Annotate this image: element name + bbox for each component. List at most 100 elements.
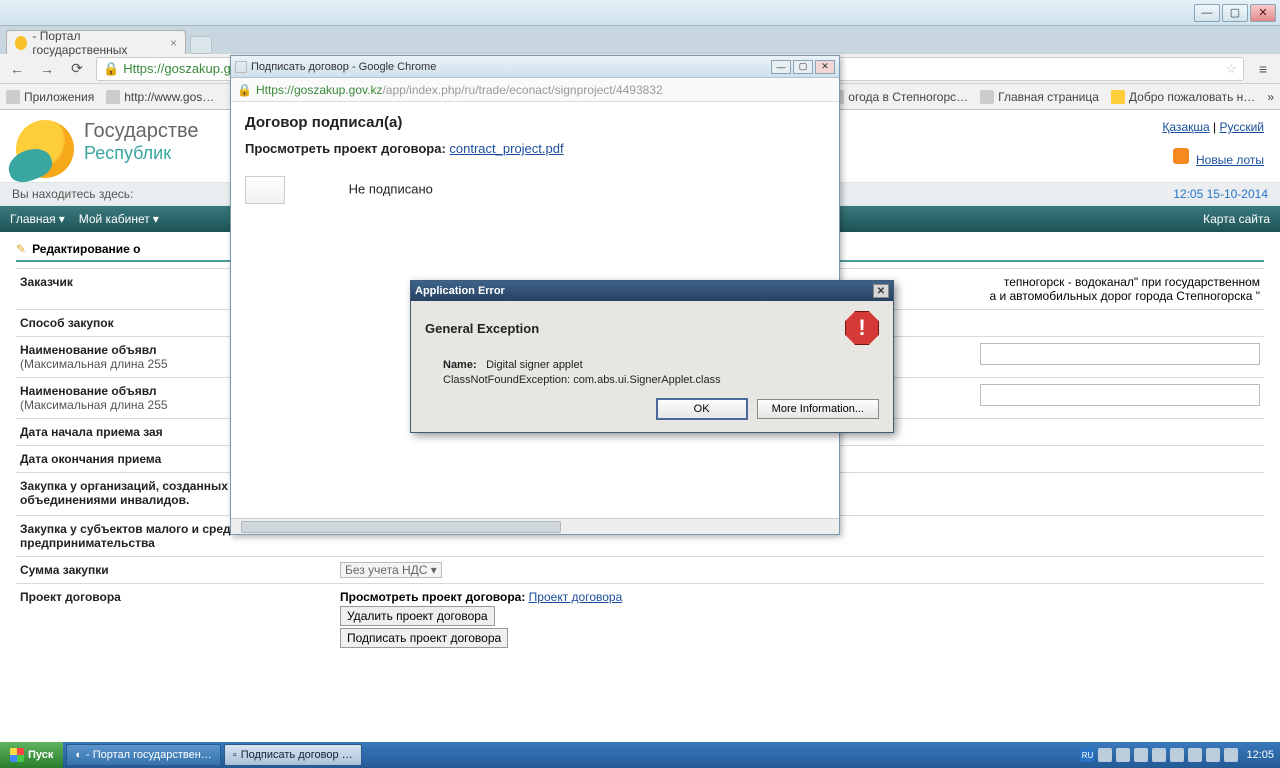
os-window-titlebar: — ▢ ✕ [0, 0, 1280, 26]
popup-close-button[interactable]: ✕ [815, 60, 835, 74]
system-tray: RU 12:05 [1074, 748, 1280, 762]
lock-icon: 🔒 [237, 83, 252, 97]
tab-title: - Портал государственных [32, 29, 162, 57]
new-tab-button[interactable] [190, 36, 212, 54]
document-thumb-icon[interactable] [245, 176, 285, 204]
label-sum: Сумма закупки [16, 557, 336, 584]
menu-home[interactable]: Главная ▾ [10, 212, 65, 226]
sign-project-button[interactable]: Подписать проект договора [340, 628, 508, 648]
popup-minimize-button[interactable]: — [771, 60, 791, 74]
contract-pdf-link[interactable]: contract_project.pdf [449, 141, 563, 156]
os-maximize-button[interactable]: ▢ [1222, 4, 1248, 22]
menu-sitemap[interactable]: Карта сайта [1203, 212, 1270, 226]
sign-status: Не подписано [349, 181, 433, 196]
tray-icon[interactable] [1116, 748, 1130, 762]
project-view-label: Просмотреть проект договора: [340, 590, 525, 604]
lang-kk-link[interactable]: Қазақша [1162, 120, 1209, 134]
portal-logo-icon [16, 120, 74, 178]
taskbar-item[interactable]: ▫Подписать договор … [224, 744, 362, 766]
error-heading: General Exception [425, 321, 539, 336]
error-dialog: Application Error ✕ General Exception ! … [410, 280, 894, 433]
error-dialog-close-button[interactable]: ✕ [873, 284, 889, 298]
popup-url-scheme: Https [256, 83, 284, 97]
tray-icon[interactable] [1170, 748, 1184, 762]
page-icon: ▫ [233, 749, 237, 761]
bookmarks-overflow-icon[interactable]: » [1267, 90, 1274, 104]
forward-button[interactable]: → [36, 58, 58, 80]
globe-icon [106, 90, 120, 104]
rss-icon [1173, 148, 1189, 164]
popup-maximize-button[interactable]: ▢ [793, 60, 813, 74]
os-minimize-button[interactable]: — [1194, 4, 1220, 22]
input-name-kz[interactable] [980, 384, 1260, 406]
error-detail: ClassNotFoundException: com.abs.ui.Signe… [443, 374, 879, 386]
bookmark-item[interactable]: http://www.gos… [106, 90, 214, 104]
project-link[interactable]: Проект договора [529, 590, 623, 604]
popup-heading: Договор подписал(а) [245, 114, 825, 131]
error-name-value: Digital signer applet [486, 359, 583, 371]
tray-icon[interactable] [1134, 748, 1148, 762]
chevron-down-icon: ▾ [59, 212, 65, 226]
tab-close-icon[interactable]: × [170, 36, 177, 50]
server-datetime: 12:05 15-10-2014 [1173, 187, 1268, 201]
select-vat[interactable]: Без учета НДС ▾ [340, 562, 442, 578]
tray-icon[interactable] [1188, 748, 1202, 762]
windows-logo-icon [10, 748, 24, 762]
popup-title: Подписать договор - Google Chrome [251, 61, 436, 73]
tray-icon[interactable] [1098, 748, 1112, 762]
popup-address-bar[interactable]: 🔒 Https ://goszakup.gov.kz /app/index.ph… [231, 78, 839, 102]
scrollbar-thumb[interactable] [241, 521, 561, 533]
browser-tabbar: - Портал государственных × [0, 26, 1280, 54]
browser-tab[interactable]: - Портал государственных × [6, 30, 186, 54]
portal-title-2: Республик [84, 143, 199, 164]
tray-icon[interactable] [1224, 748, 1238, 762]
start-button[interactable]: Пуск [0, 742, 63, 768]
lock-icon: 🔒 [103, 61, 119, 77]
bookmark-item[interactable]: Главная страница [980, 90, 1099, 104]
menu-button[interactable]: ≡ [1252, 58, 1274, 80]
edit-icon: ✎ [16, 242, 26, 256]
popup-url-host: ://goszakup.gov.kz [284, 83, 383, 97]
popup-scrollbar[interactable] [231, 518, 839, 534]
breadcrumb: Вы находитесь здесь: [12, 187, 133, 201]
stop-icon: ! [845, 311, 879, 345]
os-close-button[interactable]: ✕ [1250, 4, 1276, 22]
rss-link[interactable]: Новые лоты [1196, 153, 1264, 167]
url-scheme: Https [123, 61, 153, 76]
delete-project-button[interactable]: Удалить проект договора [340, 606, 495, 626]
chevron-down-icon: ▾ [153, 212, 159, 226]
reload-button[interactable]: ⟳ [66, 58, 88, 80]
error-dialog-titlebar[interactable]: Application Error ✕ [411, 281, 893, 301]
taskbar-clock[interactable]: 12:05 [1246, 749, 1274, 761]
page-title: Редактирование о [32, 242, 140, 256]
label-project: Проект договора [16, 584, 336, 655]
more-info-button[interactable]: More Information... [757, 399, 879, 419]
taskbar-item[interactable]: ◐- Портал государствен… [66, 744, 220, 766]
menu-cabinet[interactable]: Мой кабинет ▾ [79, 212, 159, 226]
bookmark-star-icon[interactable]: ☆ [1225, 61, 1237, 77]
mail-icon [1111, 90, 1125, 104]
tray-icon[interactable] [1206, 748, 1220, 762]
lang-ru-link[interactable]: Русский [1219, 120, 1264, 134]
taskbar: Пуск ◐- Портал государствен… ▫Подписать … [0, 742, 1280, 768]
popup-url-path: /app/index.php/ru/trade/econact/signproj… [382, 83, 662, 97]
chrome-icon: ◐ [75, 749, 82, 761]
apps-icon [6, 90, 20, 104]
error-dialog-caption: Application Error [415, 285, 505, 297]
lang-indicator[interactable]: RU [1080, 748, 1094, 762]
ok-button[interactable]: OK [656, 398, 748, 420]
error-name-label: Name: [443, 359, 483, 371]
popup-titlebar[interactable]: Подписать договор - Google Chrome — ▢ ✕ [231, 56, 839, 78]
tray-icon[interactable] [1152, 748, 1166, 762]
page-icon [980, 90, 994, 104]
popup-view-label: Просмотреть проект договора: [245, 141, 446, 156]
back-button[interactable]: ← [6, 58, 28, 80]
favicon-icon [15, 36, 27, 50]
input-name-ru[interactable] [980, 343, 1260, 365]
portal-title-1: Государстве [84, 120, 199, 143]
page-icon [235, 61, 247, 73]
header-right: Қазақша | Русский Новые лоты [1162, 120, 1264, 178]
bookmark-item[interactable]: огода в Степногорс… [830, 90, 968, 104]
apps-button[interactable]: Приложения [6, 90, 94, 104]
bookmark-item[interactable]: Добро пожаловать н… [1111, 90, 1255, 104]
